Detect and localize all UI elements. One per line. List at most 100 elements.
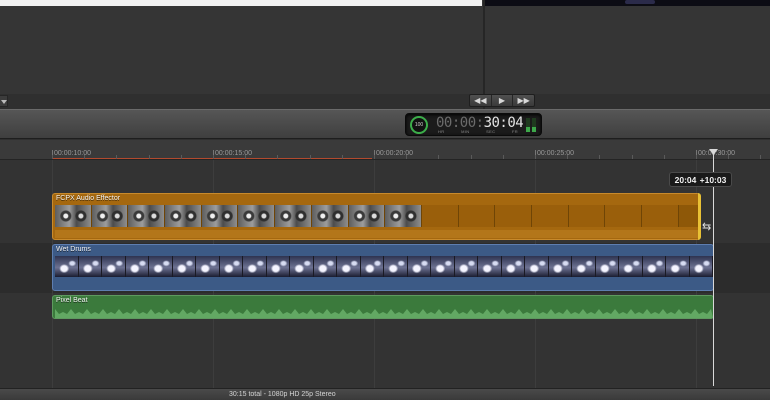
- unit-min: MIN: [461, 129, 470, 134]
- filmstrip-frame: [313, 256, 337, 277]
- ruler-minor-tick: [567, 155, 568, 159]
- ruler-minor-tick: [664, 155, 665, 159]
- play-icon[interactable]: ▶: [492, 95, 514, 106]
- filmstrip-frame: [201, 205, 239, 227]
- filmstrip-frame: [568, 205, 606, 227]
- filmstrip-frame: [149, 256, 173, 277]
- dashboard[interactable]: 100 00:00:30:04 HR MIN SEC FR: [405, 113, 542, 136]
- audio-meters-icon[interactable]: [526, 118, 538, 132]
- ruler-minor-tick: [310, 155, 311, 159]
- meter-right: [532, 118, 536, 132]
- ruler-minor-tick: [52, 155, 53, 159]
- viewer-transport: ◀◀ ▶ ▶▶: [469, 94, 535, 107]
- ruler-minor-tick: [760, 155, 761, 159]
- filmstrip-frame: [243, 256, 267, 277]
- filmstrip-frame: [266, 256, 290, 277]
- ruler-minor-tick: [84, 155, 85, 159]
- filmstrip-frame: [238, 205, 276, 227]
- render-bar: [52, 158, 372, 159]
- clip-filmstrip: [55, 256, 713, 277]
- filmstrip-frame: [165, 205, 202, 227]
- browser-menu-chevron-icon[interactable]: [0, 95, 8, 107]
- ruler-minor-tick: [632, 155, 633, 159]
- audio-waveform: [55, 309, 713, 318]
- filmstrip-frame: [311, 205, 349, 227]
- filmstrip-frame: [595, 256, 619, 277]
- skip-forward-icon[interactable]: ▶▶: [513, 95, 534, 106]
- filmstrip-frame: [275, 205, 312, 227]
- clip-wet-drums[interactable]: Wet Drums: [52, 244, 714, 291]
- skip-back-icon[interactable]: ◀◀: [470, 95, 492, 106]
- timeline-ruler[interactable]: 00:00:10:00 00:00:15:00 00:00:20:00 00:0…: [0, 140, 770, 160]
- filmstrip-frame: [689, 256, 713, 277]
- filmstrip-frame: [337, 256, 361, 277]
- filmstrip-frame: [572, 256, 596, 277]
- ruler-minor-tick: [503, 155, 504, 159]
- timecode-units: HR MIN SEC FR: [438, 129, 518, 134]
- ruler-minor-tick: [599, 155, 600, 159]
- filmstrip-frame: [385, 205, 422, 227]
- filmstrip-frame: [525, 256, 549, 277]
- ruler-tick-label: 00:00:30:00: [698, 150, 735, 157]
- ruler-minor-tick: [116, 155, 117, 159]
- filmstrip-frame: [495, 205, 532, 227]
- clip-audio-area: [55, 230, 699, 238]
- ruler-tick-label: 00:00:25:00: [537, 150, 574, 157]
- waveform-path: [55, 309, 713, 318]
- filmstrip-frame: [78, 256, 102, 277]
- filmstrip-frame: [605, 205, 642, 227]
- clip-title: Pixel Beat: [56, 297, 88, 304]
- filmstrip-frame: [531, 205, 569, 227]
- filmstrip-frame: [421, 205, 459, 227]
- unit-sec: SEC: [486, 129, 496, 134]
- filmstrip-frame: [102, 256, 126, 277]
- filmstrip-frame: [666, 256, 690, 277]
- ruler-minor-tick: [406, 155, 407, 159]
- trim-cursor-icon: ⇆: [702, 221, 712, 233]
- filmstrip-frame: [501, 256, 525, 277]
- ruler-minor-tick: [438, 155, 439, 159]
- filmstrip-frame: [548, 256, 572, 277]
- filmstrip-frame: [431, 256, 455, 277]
- ruler-tick-label: 00:00:20:00: [376, 150, 413, 157]
- filmstrip-frame: [360, 256, 384, 277]
- trim-tooltip: 20:04 +10:03: [669, 172, 732, 187]
- viewer-panel: [485, 0, 770, 6]
- clip-fcpx-audio-effector[interactable]: FCPX Audio Effector: [52, 193, 700, 240]
- ruler-tick-label: 00:00:15:00: [215, 150, 252, 157]
- filmstrip-frame: [348, 205, 386, 227]
- filmstrip-frame: [642, 256, 666, 277]
- meter-left: [526, 118, 530, 132]
- ruler-minor-tick: [213, 155, 214, 159]
- status-bar: 30:15 total - 1080p HD 25p Stereo: [0, 388, 770, 400]
- ruler-minor-tick: [535, 155, 536, 159]
- filmstrip-frame: [196, 256, 220, 277]
- filmstrip-frame: [55, 256, 79, 277]
- filmstrip-frame: [125, 256, 149, 277]
- clip-title: FCPX Audio Effector: [56, 195, 121, 202]
- toolbar: 100 00:00:30:04 HR MIN SEC FR: [0, 109, 770, 139]
- clip-title: Wet Drums: [56, 246, 91, 253]
- browser-viewer-area: [0, 0, 770, 94]
- unit-hr: HR: [438, 129, 445, 134]
- filmstrip-frame: [172, 256, 196, 277]
- ruler-minor-tick: [374, 155, 375, 159]
- background-tasks-icon[interactable]: 100: [410, 116, 428, 134]
- ruler-minor-tick: [471, 155, 472, 159]
- progress-label: 100: [414, 122, 424, 128]
- ruler-minor-tick: [245, 155, 246, 159]
- filmstrip-frame: [91, 205, 129, 227]
- clip-pixel-beat[interactable]: Pixel Beat: [52, 295, 714, 319]
- filmstrip-frame: [128, 205, 166, 227]
- timecode-display[interactable]: 00:00:30:04 HR MIN SEC FR: [436, 115, 524, 136]
- unit-fr: FR: [512, 129, 518, 134]
- ruler-minor-tick: [277, 155, 278, 159]
- playhead[interactable]: [713, 152, 714, 386]
- fcpx-window: ◀◀ ▶ ▶▶ 100 00:00:30:04 HR MIN SEC FR 00…: [0, 0, 770, 400]
- ruler-minor-tick: [181, 155, 182, 159]
- filmstrip-frame: [55, 205, 92, 227]
- trim-edge-handle[interactable]: [698, 193, 701, 240]
- clip-filmstrip: [55, 205, 699, 227]
- filmstrip-frame: [458, 205, 496, 227]
- event-browser-panel: [0, 0, 482, 6]
